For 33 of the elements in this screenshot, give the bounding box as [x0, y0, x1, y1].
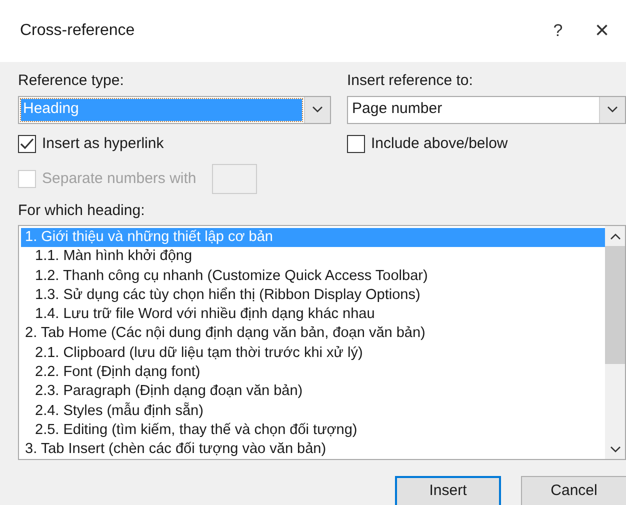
dropdown-value: Heading — [21, 98, 302, 120]
heading-item[interactable]: 1.1. Màn hình khởi động — [21, 247, 605, 267]
checkbox[interactable] — [347, 134, 365, 153]
heading-item[interactable]: 2.1. Clipboard (lưu dữ liệu tạm thời trước khi xử lý) — [21, 344, 605, 364]
scrollbar[interactable] — [605, 226, 625, 459]
chevron-down-icon — [610, 446, 620, 452]
heading-item[interactable]: 2. Tab Home (Các nội dung định dạng văn bản, đoạn văn bản) — [21, 324, 605, 344]
heading-item[interactable]: 1.2. Thanh công cụ nhanh (Customize Quick Access Toolbar) — [21, 266, 605, 286]
dropdown-value: Page number — [351, 99, 444, 120]
heading-item[interactable]: 2.3. Paragraph (Định dạng đoạn văn bản) — [21, 382, 605, 402]
list-label: For which heading: — [18, 202, 145, 219]
heading-item[interactable]: 2.2. Font (Định dạng font) — [21, 363, 605, 382]
dialog-button[interactable]: Cancel — [521, 476, 626, 505]
close-button[interactable]: × — [578, 13, 626, 49]
chevron-down-icon — [312, 106, 323, 113]
field-label: Insert reference to: — [347, 71, 474, 91]
window-title: Cross-reference — [20, 21, 136, 41]
dialog-button[interactable]: Insert — [395, 476, 501, 505]
checkbox-label: Insert as hyperlink — [42, 134, 164, 154]
dropdown[interactable]: Page number — [347, 96, 626, 124]
field-label: Reference type: — [18, 71, 125, 91]
heading-item[interactable]: 1.4. Lưu trữ file Word với nhiều định dạng khác nhau — [21, 305, 605, 324]
help-button[interactable]: ? — [538, 18, 578, 44]
heading-item[interactable]: 3. Tab Insert (chèn các đối tượng vào văn bản) — [21, 440, 605, 459]
checkbox-label: Include above/below — [371, 134, 508, 154]
checkbox[interactable] — [18, 134, 36, 153]
separator-field[interactable] — [212, 164, 258, 194]
heading-item[interactable]: 2.4. Styles (mẫu định sẵn) — [21, 402, 605, 421]
heading-item[interactable]: 1.3. Sử dụng các tùy chọn hiển thị (Ribbon Display Options) — [21, 286, 605, 306]
checkbox-label: Separate numbers with — [42, 168, 196, 189]
heading-item[interactable]: 2.5. Editing (tìm kiếm, thay thế và chọn đối tượng) — [21, 420, 605, 440]
chevron-up-icon — [610, 232, 620, 240]
chevron-down-icon — [607, 106, 618, 113]
